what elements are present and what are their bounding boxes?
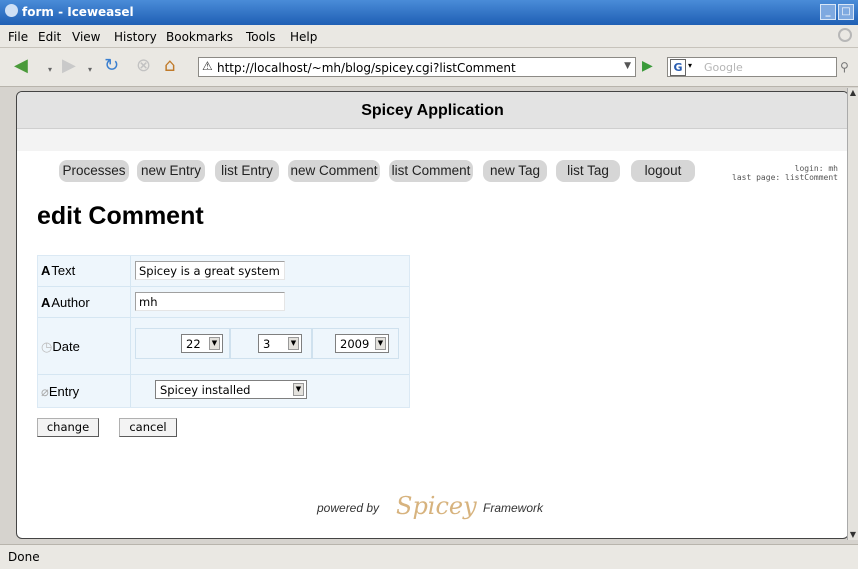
page-title: edit Comment (37, 202, 204, 230)
paperclip-icon: ⌀ (41, 384, 49, 399)
scroll-down-icon[interactable]: ▼ (848, 530, 858, 540)
back-icon[interactable]: ◀ (14, 56, 28, 76)
window-titlebar: form - Iceweasel _ □ (0, 0, 858, 25)
navigation-toolbar: ◀ ▾ ▶ ▾ ↻ ⊗ ⌂ ⚠ http://localhost/~mh/blo… (0, 48, 858, 87)
scroll-up-icon[interactable]: ▲ (848, 88, 858, 98)
nav-logout[interactable]: logout (631, 160, 695, 182)
footer: powered by Spicey Framework (317, 492, 577, 528)
author-field[interactable]: mh (135, 292, 285, 311)
change-button[interactable]: change (37, 418, 99, 437)
framework-text: Framework (483, 501, 544, 515)
dropdown-arrow-icon: ▼ (209, 337, 220, 350)
nav-list-comment[interactable]: list Comment (389, 160, 473, 182)
engine-dropdown-icon[interactable]: ▾ (688, 61, 692, 70)
dropdown-arrow-icon: ▼ (293, 383, 304, 396)
forward-dropdown-icon[interactable]: ▾ (88, 60, 92, 80)
last-page: last page: listComment (732, 173, 838, 182)
home-icon[interactable]: ⌂ (164, 56, 175, 76)
site-identity-icon: ⚠ (202, 59, 213, 73)
menu-help[interactable]: Help (290, 30, 317, 44)
menu-file[interactable]: File (8, 30, 28, 44)
stop-icon[interactable]: ⊗ (136, 56, 151, 76)
status-text: Done (8, 550, 40, 564)
login-user: login: mh (794, 164, 838, 173)
back-dropdown-icon[interactable]: ▾ (48, 60, 52, 80)
reload-icon[interactable]: ↻ (104, 56, 119, 76)
window-title: form - Iceweasel (22, 5, 134, 19)
powered-by-text: powered by (317, 501, 380, 515)
search-icon[interactable]: ⚲ (840, 60, 849, 74)
text-type-icon: A (41, 263, 51, 278)
month-select[interactable]: 3 ▼ (258, 334, 302, 353)
go-icon[interactable]: ▶ (642, 58, 653, 74)
url-text: http://localhost/~mh/blog/spicey.cgi?lis… (217, 61, 516, 75)
day-select[interactable]: 22 ▼ (181, 334, 223, 353)
dropdown-arrow-icon: ▼ (375, 337, 386, 350)
clock-icon: ◷ (41, 339, 53, 354)
menu-edit[interactable]: Edit (38, 30, 61, 44)
app-title: Spicey Application (361, 102, 504, 119)
minimize-button[interactable]: _ (820, 4, 836, 20)
spicey-logo: Spicey (396, 492, 477, 520)
header-strip (17, 129, 848, 151)
login-info: login: mh last page: listComment (732, 164, 838, 182)
author-label: AAuthor (41, 295, 90, 310)
app-header: Spicey Application (17, 92, 848, 129)
forward-icon[interactable]: ▶ (62, 56, 76, 76)
search-placeholder: Google (704, 61, 743, 74)
text-label: AText (41, 263, 76, 278)
page-viewport: Spicey Application Processes new Entry l… (16, 91, 849, 539)
nav-new-entry[interactable]: new Entry (137, 160, 205, 182)
date-label: ◷Date (41, 339, 80, 354)
entry-label: ⌀Entry (41, 384, 80, 399)
nav-processes[interactable]: Processes (59, 160, 129, 182)
nav-new-tag[interactable]: new Tag (483, 160, 547, 182)
google-icon[interactable]: G (670, 59, 686, 76)
vertical-scrollbar[interactable]: ▲ ▼ (847, 88, 858, 540)
text-field[interactable]: Spicey is a great system (135, 261, 285, 280)
dropdown-arrow-icon: ▼ (288, 337, 299, 350)
url-field[interactable]: ⚠ http://localhost/~mh/blog/spicey.cgi?l… (198, 57, 636, 77)
menu-tools[interactable]: Tools (246, 30, 276, 44)
status-bar: Done (0, 544, 858, 569)
cancel-button[interactable]: cancel (119, 418, 177, 437)
maximize-button[interactable]: □ (838, 4, 854, 20)
entry-select[interactable]: Spicey installed ▼ (155, 380, 307, 399)
nav-new-comment[interactable]: new Comment (288, 160, 380, 182)
year-select[interactable]: 2009 ▼ (335, 334, 389, 353)
menu-history[interactable]: History (114, 30, 157, 44)
menubar: File Edit View History Bookmarks Tools H… (0, 25, 858, 48)
author-type-icon: A (41, 295, 51, 310)
throbber-icon (838, 28, 852, 42)
nav-list-tag[interactable]: list Tag (556, 160, 620, 182)
url-dropdown-icon[interactable]: ▼ (624, 61, 631, 71)
menu-view[interactable]: View (72, 30, 100, 44)
iceweasel-icon (5, 4, 18, 17)
menu-bookmarks[interactable]: Bookmarks (166, 30, 233, 44)
search-field[interactable]: G ▾ Google (667, 57, 837, 77)
nav-list-entry[interactable]: list Entry (215, 160, 279, 182)
